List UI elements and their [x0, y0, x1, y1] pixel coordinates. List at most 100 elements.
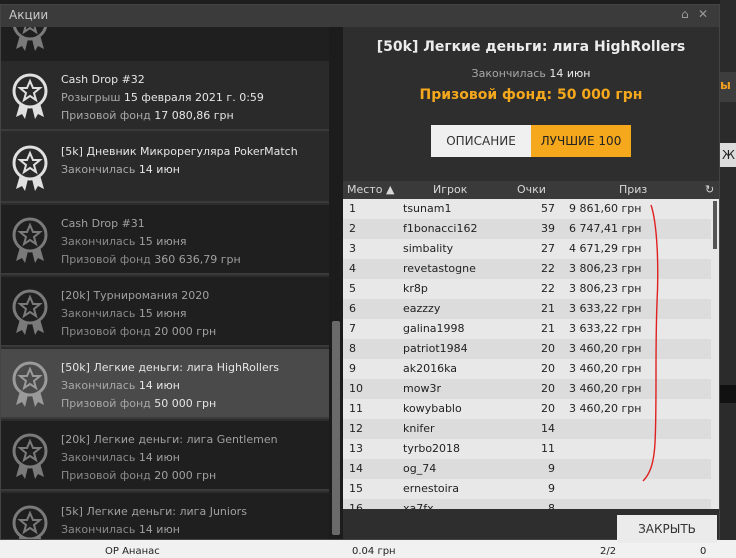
prize-value: 20 000 грн — [154, 469, 217, 482]
medal-icon — [12, 73, 48, 119]
prize-label: Призовой фонд — [61, 253, 151, 266]
background-cell: 2/2 — [600, 546, 617, 557]
cell-place: 8 — [349, 342, 356, 355]
column-header-place[interactable]: Место ▲ — [347, 183, 394, 196]
table-row[interactable]: 2 f1bonacci162 39 6 747,41 грн — [343, 219, 711, 239]
status-label: Закончилась — [61, 379, 136, 392]
prize-value: 360 636,79 грн — [154, 253, 241, 266]
medal-icon — [12, 289, 48, 335]
table-row[interactable]: 14 og_74 9 — [343, 459, 711, 479]
leaderboard-header: Место ▲ Игрок Очки Приз ↻ — [343, 181, 719, 199]
detail-status: Закончилась 14 июн — [343, 67, 719, 80]
promotion-text: [50k] Легкие деньги: лига HighRollers За… — [61, 359, 279, 413]
tab-description[interactable]: ОПИСАНИЕ — [431, 125, 531, 157]
background-cell: 0.04 грн — [352, 546, 396, 557]
cell-prize: 9 861,60 грн — [569, 202, 642, 215]
app-root: ы Ж OP Ананас 0.04 грн 2/2 0 Акции ⌂ ✕ C… — [0, 0, 736, 558]
promotions-dialog: Акции ⌂ ✕ Cash Drop #32 Розыгрыш 15 февр… — [0, 4, 720, 543]
cell-points: 14 — [541, 422, 555, 435]
background-label: Ж — [722, 148, 735, 162]
promotion-item[interactable] — [1, 27, 329, 63]
table-row[interactable]: 16 xa7fx 8 — [343, 499, 711, 509]
prize-value: 20 000 грн — [154, 325, 217, 338]
promotion-item-selected[interactable]: [50k] Легкие деньги: лига HighRollers За… — [1, 349, 329, 419]
cell-place: 11 — [349, 402, 363, 415]
promotion-detail: [50k] Легкие деньги: лига HighRollers За… — [343, 27, 719, 543]
promotion-status: Закончилась 14 июн — [61, 449, 278, 467]
background-dark-strip — [720, 385, 736, 403]
table-row[interactable]: 8 patriot1984 20 3 460,20 грн — [343, 339, 711, 359]
close-button[interactable]: ЗАКРЫТЬ — [617, 515, 717, 543]
table-row[interactable]: 12 knifer 14 — [343, 419, 711, 439]
status-label: Закончилась — [471, 67, 546, 80]
table-row[interactable]: 1 tsunam1 57 9 861,60 грн — [343, 199, 711, 219]
promotion-status: Закончилась 15 июня — [61, 233, 241, 251]
cell-place: 3 — [349, 242, 356, 255]
medal-icon — [12, 505, 48, 539]
promotion-text: Cash Drop #32 Розыгрыш 15 февраля 2021 г… — [61, 71, 264, 125]
leaderboard-scrollbar-thumb[interactable] — [713, 201, 717, 249]
status-label: Закончилась — [61, 451, 136, 464]
promotions-list: Cash Drop #32 Розыгрыш 15 февраля 2021 г… — [1, 27, 329, 539]
cell-prize: 3 633,22 грн — [569, 302, 642, 315]
cell-points: 22 — [541, 262, 555, 275]
status-value: 14 июн — [138, 523, 180, 536]
column-header-player[interactable]: Игрок — [433, 183, 467, 196]
status-label: Закончилась — [61, 163, 136, 176]
background-label: ы — [720, 78, 731, 92]
table-row[interactable]: 7 galina1998 21 3 633,22 грн — [343, 319, 711, 339]
cell-points: 21 — [541, 322, 555, 335]
table-row[interactable]: 10 mow3r 20 3 460,20 грн — [343, 379, 711, 399]
cell-place: 2 — [349, 222, 356, 235]
promotions-scrollbar-thumb[interactable] — [332, 321, 340, 535]
cell-place: 1 — [349, 202, 356, 215]
promotion-item[interactable]: [20k] Турниромания 2020 Закончилась 15 и… — [1, 277, 329, 347]
promotion-prize: Призовой фонд 20 000 грн — [61, 467, 278, 485]
table-row[interactable]: 9 ak2016ka 20 3 460,20 грн — [343, 359, 711, 379]
table-row[interactable]: 15 ernestoira 9 — [343, 479, 711, 499]
cell-points: 20 — [541, 342, 555, 355]
medal-icon — [12, 145, 48, 191]
promotion-item[interactable]: Cash Drop #31 Закончилась 15 июня Призов… — [1, 205, 329, 275]
promotion-name: [5k] Дневник Микрорегуляра PokerMatch — [61, 145, 298, 158]
cell-points: 21 — [541, 302, 555, 315]
cell-points: 39 — [541, 222, 555, 235]
sort-asc-icon: ▲ — [385, 183, 395, 196]
dialog-titlebar: Акции ⌂ ✕ — [1, 5, 719, 27]
cell-player: ernestoira — [403, 482, 459, 495]
promotion-item[interactable]: [5k] Дневник Микрорегуляра PokerMatch За… — [1, 133, 329, 203]
refresh-icon[interactable]: ↻ — [705, 183, 714, 196]
background-app-right: ы Ж — [720, 0, 736, 540]
status-value: 15 июня — [138, 235, 187, 248]
medal-icon — [12, 361, 48, 407]
column-header-points[interactable]: Очки — [517, 183, 546, 196]
table-row[interactable]: 6 eazzzy 21 3 633,22 грн — [343, 299, 711, 319]
cell-points: 22 — [541, 282, 555, 295]
promotion-status: Закончилась 14 июн — [61, 377, 279, 395]
cell-points: 20 — [541, 362, 555, 375]
status-label: Закончилась — [61, 307, 136, 320]
table-row[interactable]: 3 simbality 27 4 671,29 грн — [343, 239, 711, 259]
cell-place: 16 — [349, 502, 363, 509]
status-label: Закончилась — [61, 235, 136, 248]
table-row[interactable]: 4 revetastogne 22 3 806,23 грн — [343, 259, 711, 279]
promotion-item[interactable]: Cash Drop #32 Розыгрыш 15 февраля 2021 г… — [1, 61, 329, 131]
column-label: Место — [347, 183, 383, 196]
column-header-prize[interactable]: Приз — [619, 183, 647, 196]
medal-icon — [12, 217, 48, 263]
status-value: 14 июн — [138, 163, 180, 176]
tab-top100[interactable]: ЛУЧШИЕ 100 — [531, 125, 631, 157]
cell-points: 8 — [548, 502, 555, 509]
cell-prize: 3 460,20 грн — [569, 402, 642, 415]
promotion-item[interactable]: [5k] Легкие деньги: лига Juniors Закончи… — [1, 493, 329, 539]
home-icon[interactable]: ⌂ — [681, 7, 689, 21]
table-row[interactable]: 13 tyrbo2018 11 — [343, 439, 711, 459]
table-row[interactable]: 5 kr8p 22 3 806,23 грн — [343, 279, 711, 299]
promotion-prize: Призовой фонд 50 000 грн — [61, 395, 279, 413]
cell-player: kowybablo — [403, 402, 462, 415]
table-row[interactable]: 11 kowybablo 20 3 460,20 грн — [343, 399, 711, 419]
cell-points: 27 — [541, 242, 555, 255]
promotion-item[interactable]: [20k] Легкие деньги: лига Gentlemen Зако… — [1, 421, 329, 491]
close-icon[interactable]: ✕ — [698, 7, 708, 21]
cell-place: 15 — [349, 482, 363, 495]
